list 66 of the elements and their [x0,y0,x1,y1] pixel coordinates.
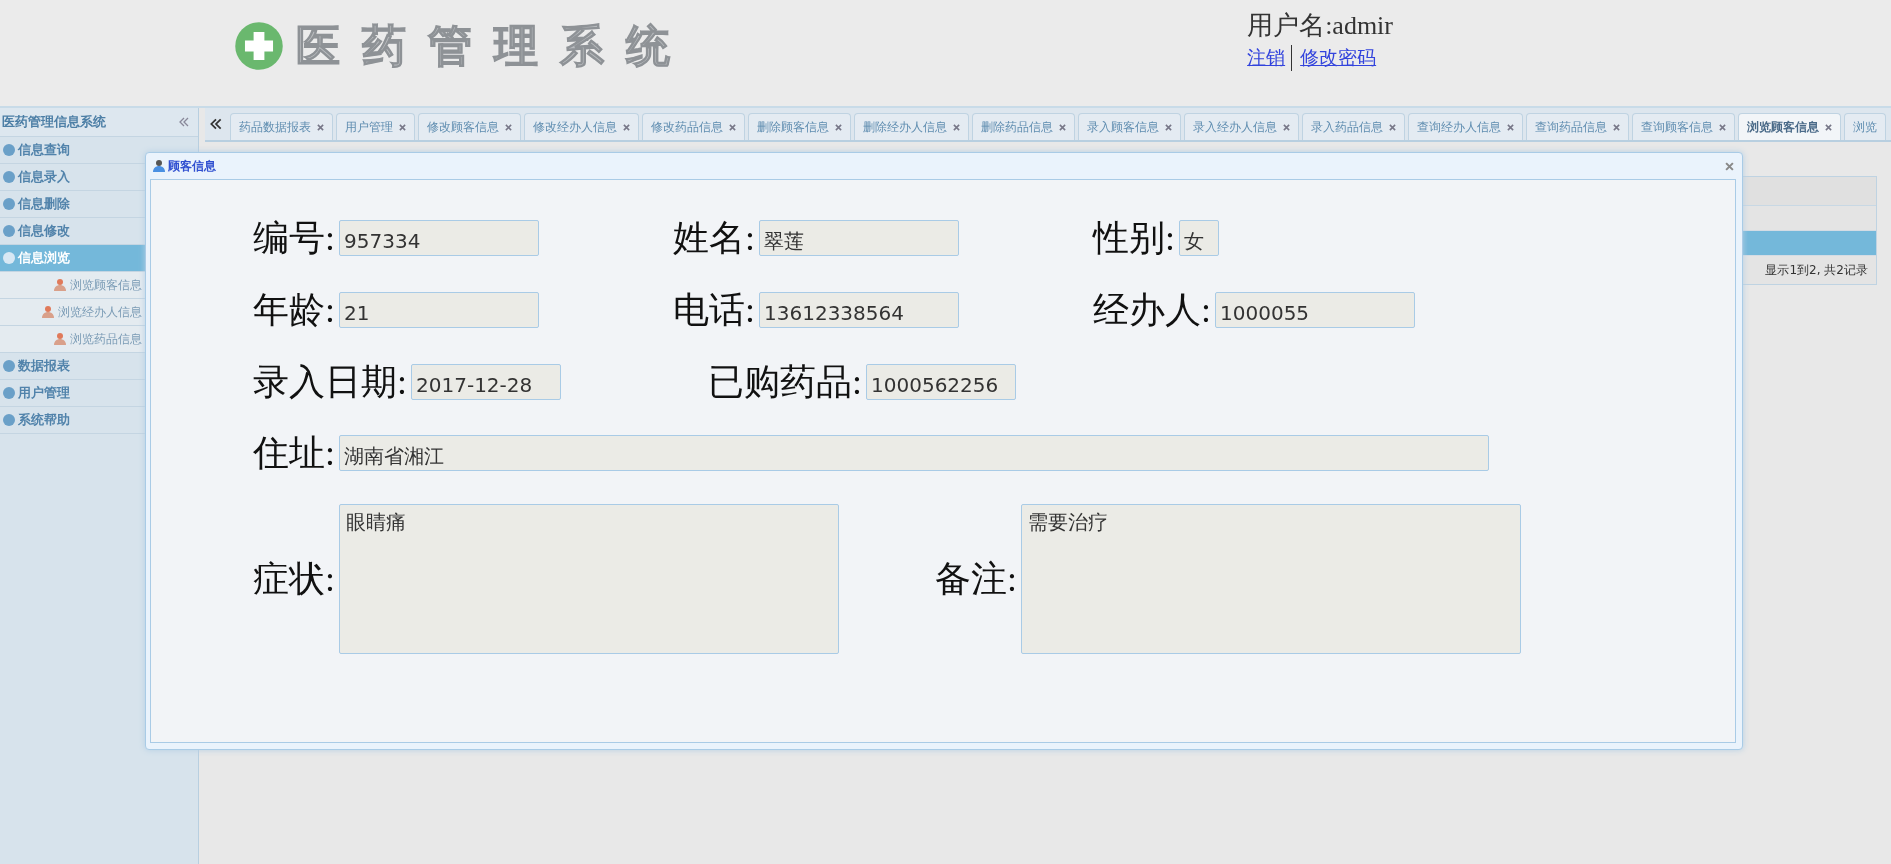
pagination-info: 显示1到2, 共2记录 [1765,261,1868,279]
close-icon[interactable] [1059,123,1066,131]
close-icon[interactable] [1725,161,1734,171]
close-icon[interactable] [1283,123,1290,131]
tab[interactable]: 查询顾客信息 [1632,113,1735,140]
input-field[interactable]: 翠莲 [759,220,959,256]
field-label: 录入日期: [253,360,407,404]
tab[interactable]: 浏览 [1844,113,1886,140]
field-label: 住址: [253,431,335,475]
input-field[interactable]: 湖南省湘江 [339,435,1489,471]
tab[interactable]: 录入顾客信息 [1078,113,1181,140]
close-icon[interactable] [729,123,736,131]
tab[interactable]: 录入经办人信息 [1184,113,1299,140]
close-icon[interactable] [1719,123,1726,131]
header-link[interactable]: 注销 [1247,45,1286,71]
input-field[interactable]: 957334 [339,220,539,256]
close-icon[interactable] [1613,123,1620,131]
input-field[interactable]: 21 [339,292,539,328]
field-label: 备注: [935,557,1017,601]
field-label: 年龄: [253,288,335,332]
close-icon[interactable] [623,123,630,131]
close-icon[interactable] [317,123,324,131]
field-label: 经办人: [1093,288,1211,332]
input-field[interactable]: 女 [1179,220,1219,256]
input-field[interactable]: 2017-12-28 [411,364,561,400]
input-field[interactable]: 13612338564 [759,292,959,328]
app-title: 医药管理系统 [296,18,692,73]
tab[interactable]: 药品数据报表 [230,113,333,140]
cross-logo-icon [232,19,286,73]
close-icon[interactable] [1389,123,1396,131]
close-icon[interactable] [1507,123,1514,131]
tab[interactable]: 修改顾客信息 [418,113,521,140]
tab[interactable]: 用户管理 [336,113,415,140]
tab[interactable]: 修改经办人信息 [524,113,639,140]
tab[interactable]: 浏览顾客信息 [1738,113,1841,140]
text-area[interactable]: 需要治疗 [1021,504,1521,654]
username-label: 用户名:admir [1247,10,1393,42]
person-icon [41,305,55,319]
tab[interactable]: 查询经办人信息 [1408,113,1523,140]
tab[interactable]: 修改药品信息 [642,113,745,140]
field-label: 性别: [1093,216,1175,260]
sidebar-title: 医药管理信息系统 [2,113,106,131]
close-icon[interactable] [399,123,406,131]
field-label: 编号: [253,216,335,260]
tab[interactable]: 查询药品信息 [1526,113,1629,140]
field-label: 姓名: [673,216,755,260]
input-field[interactable]: 1000562256 [866,364,1016,400]
close-icon[interactable] [1165,123,1172,131]
close-icon[interactable] [835,123,842,131]
person-icon [53,332,67,346]
header-link[interactable]: 修改密码 [1291,45,1377,71]
tab[interactable]: 删除经办人信息 [854,113,969,140]
field-label: 电话: [673,288,755,332]
close-icon[interactable] [1825,123,1832,131]
tab[interactable]: 删除药品信息 [972,113,1075,140]
person-icon [152,159,166,173]
close-icon[interactable] [505,123,512,131]
tab[interactable]: 录入药品信息 [1302,113,1405,140]
field-label: 症状: [253,557,335,601]
close-icon[interactable] [953,123,960,131]
text-area[interactable]: 眼睛痛 [339,504,839,654]
person-icon [53,278,67,292]
tab[interactable]: 删除顾客信息 [748,113,851,140]
input-field[interactable]: 1000055 [1215,292,1415,328]
double-chevron-left-icon[interactable] [209,117,223,131]
field-label: 已购药品: [708,360,862,404]
